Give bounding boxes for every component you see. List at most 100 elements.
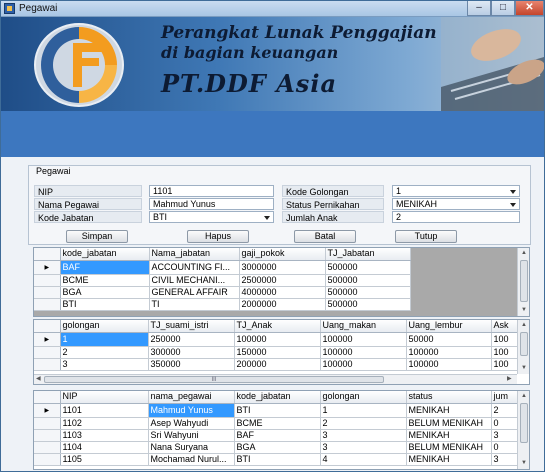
row-header[interactable] bbox=[34, 403, 61, 418]
scroll-thumb[interactable] bbox=[520, 403, 528, 443]
table-cell[interactable]: BELUM MENIKAH bbox=[406, 441, 492, 454]
row-header[interactable] bbox=[34, 358, 61, 371]
table-cell[interactable]: 2000000 bbox=[239, 298, 326, 311]
table-cell[interactable]: 3000000 bbox=[239, 260, 326, 275]
table-cell[interactable]: BELUM MENIKAH bbox=[406, 417, 492, 430]
row-header[interactable] bbox=[34, 298, 61, 311]
table-cell[interactable]: 100000 bbox=[320, 332, 407, 347]
table-cell[interactable]: 500000 bbox=[325, 260, 411, 275]
table-cell[interactable]: 3 bbox=[320, 441, 407, 454]
scroll-down-icon[interactable]: ▼ bbox=[520, 306, 528, 314]
table-cell[interactable]: 3 bbox=[60, 358, 149, 371]
row-header[interactable] bbox=[34, 429, 61, 442]
kode-golongan-combo[interactable]: 1 bbox=[392, 185, 520, 197]
pegawai-grid[interactable]: NIP nama_pegawai kode_jabatan golongan s… bbox=[33, 390, 530, 470]
scroll-thumb[interactable] bbox=[520, 260, 528, 302]
column-header[interactable]: nama_pegawai bbox=[148, 391, 235, 404]
column-header[interactable]: golongan bbox=[60, 320, 149, 333]
table-cell[interactable]: 100000 bbox=[234, 332, 321, 347]
table-cell[interactable]: 2500000 bbox=[239, 274, 326, 287]
table-cell[interactable]: BTI bbox=[234, 403, 321, 418]
column-header[interactable]: NIP bbox=[60, 391, 149, 404]
table-row[interactable]: 3 350000 200000 100000 100000 100 bbox=[34, 358, 519, 371]
column-header[interactable]: jum bbox=[491, 391, 519, 404]
column-header[interactable]: gaji_pokok bbox=[239, 248, 326, 261]
table-cell[interactable]: 100000 bbox=[320, 358, 407, 371]
row-header[interactable] bbox=[34, 346, 61, 359]
table-cell[interactable]: BCME bbox=[234, 417, 321, 430]
column-header[interactable]: TJ_Anak bbox=[234, 320, 321, 333]
table-cell[interactable]: BTI bbox=[234, 453, 321, 466]
table-row[interactable]: BGA GENERAL AFFAIR 4000000 500000 bbox=[34, 286, 411, 299]
table-row[interactable]: 1105 Mochamad Nurul... BTI 4 MENIKAH 3 bbox=[34, 453, 519, 466]
table-cell[interactable]: 2 bbox=[491, 403, 519, 418]
table-row[interactable]: 1103 Sri Wahyuni BAF 3 MENIKAH 3 bbox=[34, 429, 519, 442]
column-header[interactable]: TJ_Jabatan bbox=[325, 248, 411, 261]
table-cell[interactable]: TI bbox=[149, 298, 240, 311]
table-row[interactable]: 2 300000 150000 100000 100000 100 bbox=[34, 346, 519, 359]
table-cell[interactable]: 1104 bbox=[60, 441, 149, 454]
table-cell[interactable]: Sri Wahyuni bbox=[148, 429, 235, 442]
scroll-up-icon[interactable]: ▲ bbox=[520, 392, 528, 400]
table-cell[interactable]: 100 bbox=[491, 332, 519, 347]
batal-button[interactable]: Batal bbox=[294, 230, 356, 243]
nip-input[interactable]: 1101 bbox=[149, 185, 274, 197]
column-header[interactable]: kode_jabatan bbox=[234, 391, 321, 404]
table-cell[interactable]: GENERAL AFFAIR bbox=[149, 286, 240, 299]
table-cell[interactable]: 4000000 bbox=[239, 286, 326, 299]
table-cell[interactable]: 350000 bbox=[148, 358, 235, 371]
table-cell[interactable]: BAF bbox=[60, 260, 150, 275]
table-row[interactable]: BCME CIVIL MECHANI... 2500000 500000 bbox=[34, 274, 411, 287]
jumlah-anak-input[interactable]: 2 bbox=[392, 211, 520, 223]
scroll-left-icon[interactable]: ◀ bbox=[36, 375, 41, 384]
table-row[interactable]: 1101 Mahmud Yunus BTI 1 MENIKAH 2 bbox=[34, 403, 519, 418]
golongan-vertical-scrollbar[interactable]: ▲ ▼ bbox=[517, 320, 529, 374]
table-row[interactable]: 1102 Asep Wahyudi BCME 2 BELUM MENIKAH 0 bbox=[34, 417, 519, 430]
nama-pegawai-input[interactable]: Mahmud Yunus bbox=[149, 198, 274, 210]
table-cell[interactable]: BAF bbox=[234, 429, 321, 442]
table-cell[interactable]: 4 bbox=[320, 453, 407, 466]
scroll-thumb[interactable]: III bbox=[44, 376, 384, 383]
table-cell[interactable]: ACCOUNTING FI... bbox=[149, 260, 240, 275]
scroll-down-icon[interactable]: ▼ bbox=[520, 364, 528, 372]
row-header[interactable] bbox=[34, 453, 61, 466]
table-cell[interactable]: 1101 bbox=[60, 403, 149, 418]
golongan-horizontal-scrollbar[interactable]: ◀ III ▶ bbox=[34, 374, 517, 384]
table-cell[interactable]: 3 bbox=[491, 429, 519, 442]
scroll-down-icon[interactable]: ▼ bbox=[520, 459, 528, 467]
jabatan-grid[interactable]: kode_jabatan Nama_jabatan gaji_pokok TJ_… bbox=[33, 247, 530, 317]
column-header[interactable]: Uang_lembur bbox=[406, 320, 492, 333]
table-cell[interactable]: 1105 bbox=[60, 453, 149, 466]
table-cell[interactable]: 100 bbox=[491, 358, 519, 371]
row-header[interactable] bbox=[34, 332, 61, 347]
column-header[interactable]: Uang_makan bbox=[320, 320, 407, 333]
table-cell[interactable]: BGA bbox=[60, 286, 150, 299]
table-cell-selected[interactable]: Mahmud Yunus bbox=[148, 403, 235, 418]
table-cell[interactable]: 1 bbox=[320, 403, 407, 418]
table-cell[interactable]: 1 bbox=[60, 332, 149, 347]
table-cell[interactable]: 100000 bbox=[406, 358, 492, 371]
close-button[interactable]: ✕ bbox=[515, 1, 544, 16]
maximize-button[interactable]: □ bbox=[491, 1, 515, 16]
table-cell[interactable]: Mochamad Nurul... bbox=[148, 453, 235, 466]
table-cell[interactable]: 100000 bbox=[406, 346, 492, 359]
column-header[interactable]: Ask bbox=[491, 320, 519, 333]
table-cell[interactable]: 2 bbox=[60, 346, 149, 359]
hapus-button[interactable]: Hapus bbox=[187, 230, 249, 243]
table-cell[interactable]: 1103 bbox=[60, 429, 149, 442]
status-pernikahan-combo[interactable]: MENIKAH bbox=[392, 198, 520, 210]
table-cell[interactable]: Asep Wahyudi bbox=[148, 417, 235, 430]
table-row[interactable]: 1104 Nana Suryana BGA 3 BELUM MENIKAH 0 bbox=[34, 441, 519, 454]
scroll-up-icon[interactable]: ▲ bbox=[520, 321, 528, 329]
table-row[interactable]: BAF ACCOUNTING FI... 3000000 500000 bbox=[34, 260, 411, 275]
table-cell[interactable]: 500000 bbox=[325, 286, 411, 299]
table-cell[interactable]: 500000 bbox=[325, 298, 411, 311]
column-header[interactable]: TJ_suami_istri bbox=[148, 320, 235, 333]
table-cell[interactable]: 100 bbox=[491, 346, 519, 359]
table-row[interactable]: 1 250000 100000 100000 50000 100 bbox=[34, 332, 519, 347]
scroll-thumb[interactable] bbox=[520, 332, 528, 356]
row-header[interactable] bbox=[34, 274, 61, 287]
table-cell[interactable]: 100000 bbox=[320, 346, 407, 359]
table-cell[interactable]: MENIKAH bbox=[406, 403, 492, 418]
table-cell[interactable]: 150000 bbox=[234, 346, 321, 359]
